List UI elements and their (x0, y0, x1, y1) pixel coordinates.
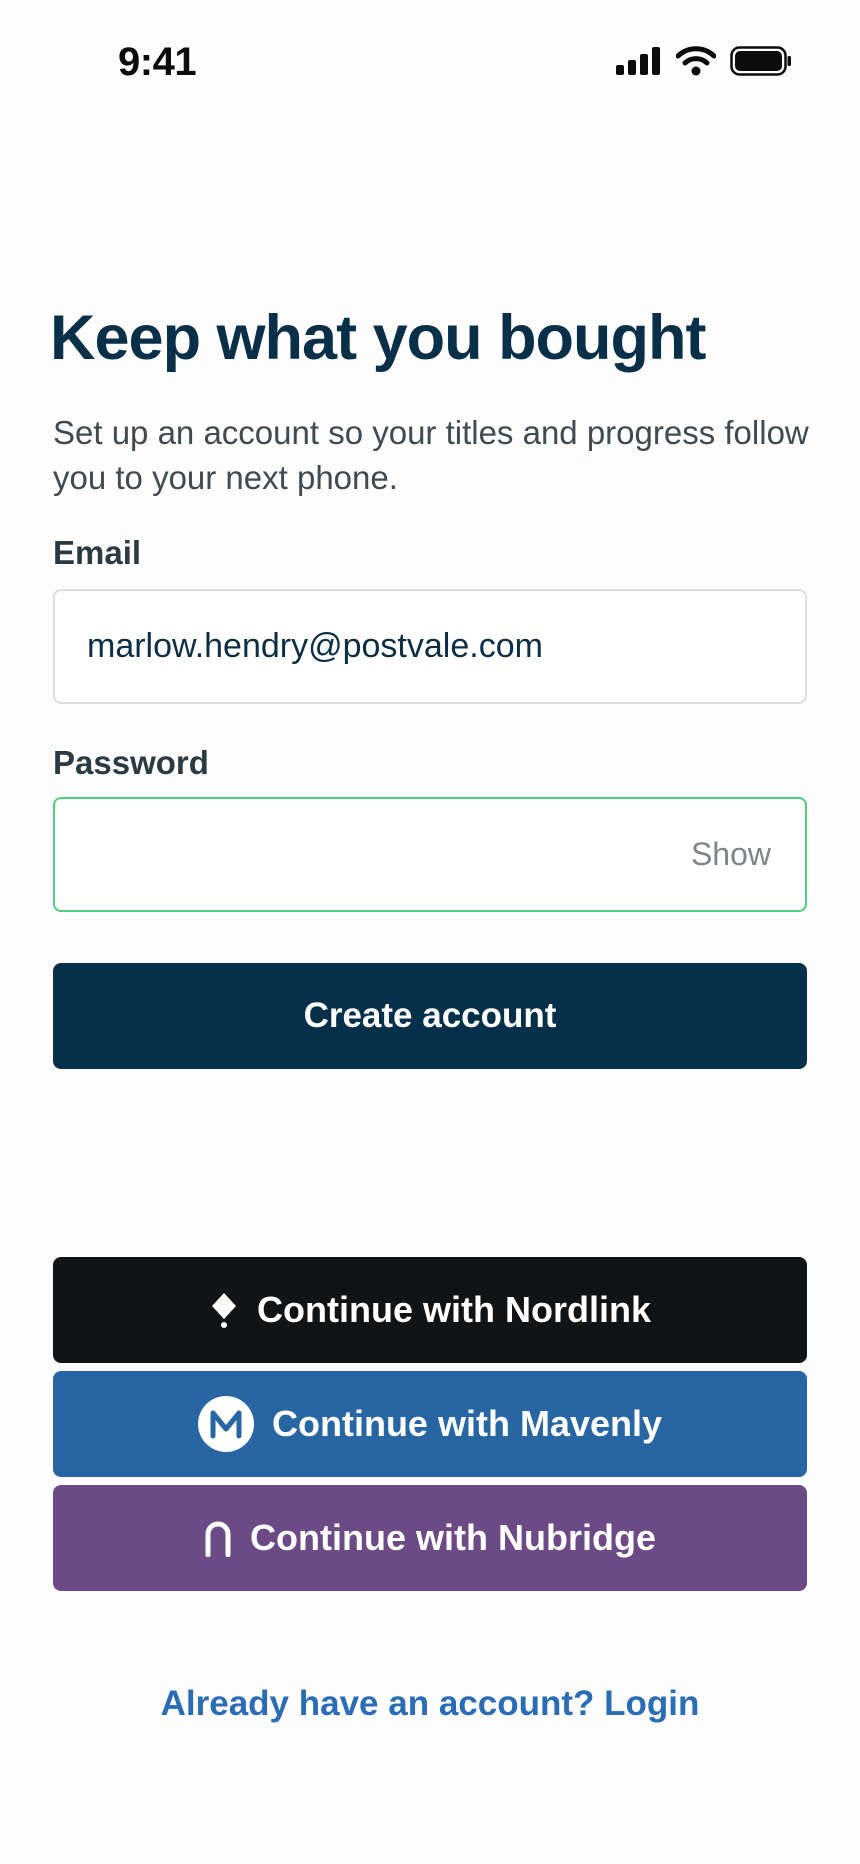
status-icons (616, 46, 792, 81)
battery-icon (730, 46, 792, 81)
create-account-button[interactable]: Create account (53, 963, 807, 1069)
mavenly-logo-icon (197, 1396, 254, 1452)
nordlink-button-label: Continue with Nordlink (257, 1289, 651, 1330)
password-label: Password (53, 744, 209, 781)
email-value: marlow.hendry@postvale.com (87, 627, 543, 665)
status-bar: 9:41 (0, 0, 860, 130)
nubridge-button-label: Continue with Nubridge (250, 1517, 656, 1558)
nordlink-logo-icon (209, 1292, 239, 1328)
page-title: Keep what you bought (50, 303, 706, 373)
nubridge-logo-icon (204, 1519, 232, 1557)
cellular-signal-icon (616, 47, 662, 80)
show-password-toggle[interactable]: Show (691, 799, 771, 910)
password-field[interactable]: Show (53, 797, 807, 912)
email-label: Email (53, 534, 142, 571)
email-field[interactable]: marlow.hendry@postvale.com (53, 589, 807, 704)
login-link[interactable]: Already have an account? Login (0, 1684, 860, 1724)
nordlink-signin-button[interactable]: Continue with Nordlink (53, 1257, 807, 1363)
status-time: 9:41 (118, 40, 197, 84)
page-subtitle: Set up an account so your titles and pro… (53, 414, 809, 496)
wifi-icon (675, 46, 717, 81)
mavenly-signin-button[interactable]: Continue with Mavenly (53, 1371, 807, 1477)
mavenly-button-label: Continue with Mavenly (271, 1403, 663, 1444)
nubridge-signin-button[interactable]: Continue with Nubridge (53, 1485, 807, 1591)
create-account-label: Create account (303, 996, 557, 1035)
